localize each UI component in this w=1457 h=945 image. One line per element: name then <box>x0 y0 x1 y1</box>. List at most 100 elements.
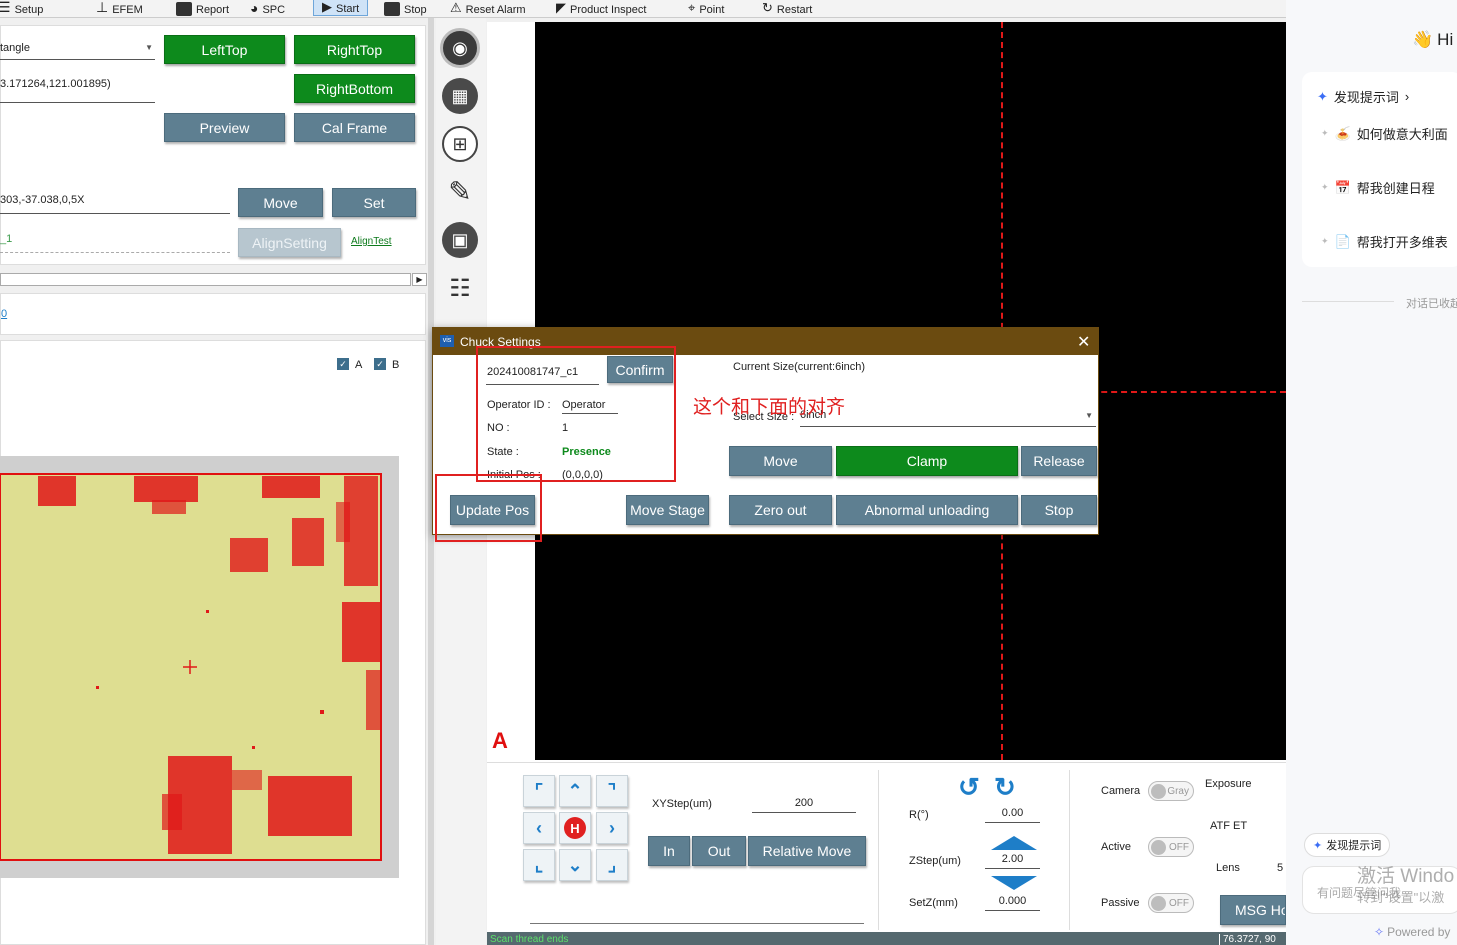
up-right-button[interactable]: ⌝ <box>596 775 628 807</box>
toolbar-efem-label: EFEM <box>112 4 143 16</box>
z-down-icon[interactable] <box>991 876 1037 890</box>
r-input[interactable]: 0.00 <box>985 807 1040 823</box>
msg-home-button[interactable]: MSG Ho <box>1220 895 1286 925</box>
up-left-button[interactable]: ⌜ <box>523 775 555 807</box>
status-bar: Scan thread ends 76.3727, 90 <box>487 932 1286 945</box>
down-button[interactable]: ⌄ <box>559 849 591 881</box>
shape-select[interactable]: tangle ▼ <box>0 40 155 60</box>
lens-value[interactable]: 5 <box>1277 862 1283 874</box>
setz-input[interactable]: 0.000 <box>985 895 1040 911</box>
left-button[interactable]: ‹ <box>523 812 555 844</box>
annotation-text: 这个和下面的对齐 <box>693 396 846 418</box>
dialog-stop-button[interactable]: Stop <box>1021 495 1097 525</box>
zstep-input[interactable]: 2.00 <box>985 853 1040 869</box>
powered-by-label: Powered by <box>1387 925 1451 939</box>
align-field[interactable]: _1 <box>0 233 230 253</box>
discover-prompts-link[interactable]: ✦ 发现提示词 › <box>1317 87 1409 106</box>
chevron-down-icon: ▼ <box>145 43 153 52</box>
annotation-box-bottom <box>435 474 542 542</box>
align-setting-button[interactable]: AlignSetting <box>238 228 341 257</box>
preview-button[interactable]: Preview <box>164 113 285 142</box>
restart-icon: ↻ <box>762 0 773 15</box>
wafer-defect-map[interactable] <box>0 472 384 862</box>
up-button[interactable]: ⌃ <box>559 775 591 807</box>
abnormal-unloading-button[interactable]: Abnormal unloading <box>836 495 1018 525</box>
suggestion-item[interactable]: ✦ 📄 帮我打开多维表 <box>1321 232 1448 251</box>
clamp-button[interactable]: Clamp <box>836 446 1018 476</box>
home-button[interactable]: H <box>559 812 591 844</box>
sparkle-icon: ✦ <box>1313 839 1323 852</box>
camera-icon[interactable]: ◉ <box>440 28 480 68</box>
zero-out-button[interactable]: Zero out <box>729 495 832 525</box>
toolbar-efem[interactable]: ⊥ EFEM <box>96 0 143 16</box>
active-toggle[interactable]: OFF <box>1148 837 1194 857</box>
chevron-right-icon: › <box>1404 89 1410 104</box>
toolbar-point[interactable]: ⌖ Point <box>688 0 724 16</box>
suggestion-label: 帮我创建日程 <box>1356 181 1435 196</box>
bullet-icon: ✦ <box>1321 236 1329 246</box>
scroll-right-icon[interactable]: ▶ <box>412 273 427 286</box>
chuck-move-button[interactable]: Move <box>729 446 832 476</box>
toolbar-product-inspect[interactable]: ◤ Product Inspect <box>556 0 646 16</box>
toolbar-setup[interactable]: ☰ Setup <box>0 0 43 16</box>
toolbar-report[interactable]: Report <box>176 0 229 16</box>
position-field[interactable]: 303,-37.038,0,5X <box>0 194 230 214</box>
toolbar-reset-alarm[interactable]: ⚠ Reset Alarm <box>450 0 526 16</box>
set-button[interactable]: Set <box>332 188 416 217</box>
toolbar-stop[interactable]: Stop <box>384 0 427 16</box>
in-button[interactable]: In <box>648 836 690 866</box>
ruler-icon[interactable]: ✎ <box>442 173 478 209</box>
divider-line <box>1302 301 1394 302</box>
release-button[interactable]: Release <box>1021 446 1097 476</box>
lefttop-button[interactable]: LeftTop <box>164 35 285 64</box>
image-frame-icon[interactable]: ▣ <box>442 222 478 258</box>
suggestion-item[interactable]: ✦ 📅 帮我创建日程 <box>1321 178 1435 197</box>
xystep-input[interactable]: 200 <box>752 797 856 813</box>
discover-prompts-label: 发现提示词 <box>1333 90 1399 105</box>
checkbox-b[interactable]: ✓ <box>374 358 386 370</box>
align-test-link[interactable]: AlignTest <box>351 236 392 247</box>
down-right-button[interactable]: ⌟ <box>596 849 628 881</box>
r-label: R(°) <box>909 809 929 821</box>
wafer-grid-icon[interactable]: ⊞ <box>442 126 478 162</box>
greeting-text: Hi <box>1437 30 1454 49</box>
chevron-down-icon: ▼ <box>1085 411 1093 420</box>
grid-globe-icon[interactable]: ▦ <box>442 78 478 114</box>
righttop-button[interactable]: RightTop <box>294 35 415 64</box>
toolbar-start[interactable]: ▶ Start <box>313 0 369 16</box>
rotate-ccw-icon[interactable]: ↺ <box>958 772 980 803</box>
z-up-icon[interactable] <box>991 836 1037 850</box>
down-left-button[interactable]: ⌞ <box>523 849 555 881</box>
suggestion-item[interactable]: ✦ 🍝 如何做意大利面 <box>1321 124 1448 143</box>
rotate-cw-icon[interactable]: ↻ <box>994 772 1016 803</box>
toolbar-restart[interactable]: ↻ Restart <box>762 0 812 16</box>
assistant-greeting: 👋 Hi <box>1412 30 1453 50</box>
relative-move-button[interactable]: Relative Move <box>748 836 866 866</box>
powered-by: ✧ Powered by <box>1374 925 1450 939</box>
horizontal-scrollbar[interactable] <box>0 273 411 286</box>
document-icon: 📄 <box>1334 233 1351 249</box>
discover-prompts-chip[interactable]: ✦ 发现提示词 <box>1304 833 1391 857</box>
current-size-label: Current Size(current:6inch) <box>733 361 866 373</box>
cal-frame-button[interactable]: Cal Frame <box>294 113 415 142</box>
play-icon: ▶ <box>322 0 332 14</box>
out-button[interactable]: Out <box>692 836 746 866</box>
suggestion-label: 如何做意大利面 <box>1356 127 1448 142</box>
activation-watermark-sub: 转到"设置"以激 <box>1357 890 1445 905</box>
toolbar-spc[interactable]: ◕ SPC <box>250 0 285 16</box>
collapsed-note: 对话已收起 <box>1406 298 1457 310</box>
rightbottom-button[interactable]: RightBottom <box>294 74 415 103</box>
checkbox-a[interactable]: ✓ <box>337 358 349 370</box>
right-button[interactable]: › <box>596 812 628 844</box>
close-icon[interactable]: ✕ <box>1077 332 1090 352</box>
checkbox-b-label: B <box>392 359 400 371</box>
link-text[interactable]: 0 <box>1 308 7 320</box>
checklist-icon[interactable]: ☷ <box>442 270 478 306</box>
move-button[interactable]: Move <box>238 188 323 217</box>
link-row: 0 <box>0 293 426 335</box>
camera-toggle[interactable]: Gray <box>1148 781 1194 801</box>
coord-field[interactable]: 3.171264,121.001895) <box>0 76 155 103</box>
passive-toggle[interactable]: OFF <box>1148 893 1194 913</box>
position-field-value: 303,-37.038,0,5X <box>0 194 85 206</box>
move-stage-button[interactable]: Move Stage <box>626 495 709 525</box>
